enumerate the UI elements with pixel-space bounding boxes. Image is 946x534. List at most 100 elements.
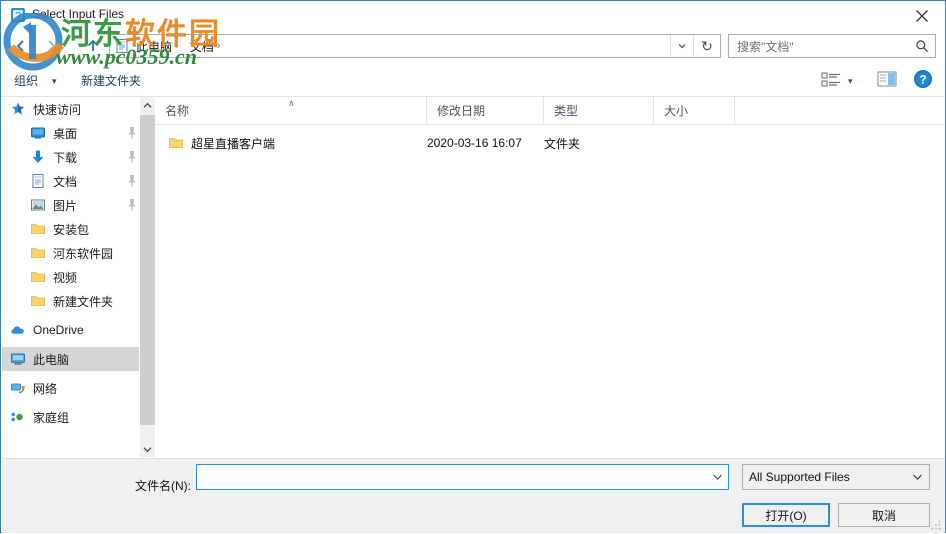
sidebar-item-desktop[interactable]: 桌面 — [2, 121, 154, 145]
toolbar: 组织 ▾ 新建文件夹 ▾ ? — [1, 63, 945, 97]
sidebar-item-homegroup[interactable]: 家庭组 — [2, 405, 154, 429]
window-title: Select Input Files — [32, 7, 125, 21]
sidebar-item-label: OneDrive — [33, 323, 84, 337]
downloads-icon — [30, 149, 46, 165]
breadcrumb-item-this-pc[interactable]: 此电脑 — [130, 38, 174, 55]
file-type-value: All Supported Files — [749, 470, 850, 484]
pin-icon[interactable] — [126, 126, 138, 140]
sidebar-item-label: 快速访问 — [33, 102, 82, 117]
address-bar[interactable]: 此电脑 › 文档 › ↻ — [109, 34, 721, 58]
refresh-icon[interactable]: ↻ — [693, 35, 720, 57]
chevron-down-icon[interactable] — [905, 473, 929, 481]
sidebar-item-label: 下载 — [53, 150, 78, 165]
resize-grip-icon[interactable] — [930, 519, 942, 531]
chevron-down-icon[interactable] — [706, 473, 728, 481]
scroll-down-icon[interactable] — [140, 441, 155, 457]
pin-icon[interactable] — [126, 174, 138, 188]
sidebar-scrollbar[interactable] — [139, 97, 155, 457]
sidebar-item-hedong-software[interactable]: 河东软件园 — [2, 241, 154, 265]
breadcrumb-item-documents[interactable]: 文档 — [184, 38, 216, 55]
navigation-pane[interactable]: 快速访问 桌面 下载 文档 图片 安装包 河东软件园 视频 新建文件夹 OneD… — [2, 97, 154, 457]
file-name-label: 文件名(N): — [135, 479, 191, 493]
sidebar-item-downloads[interactable]: 下载 — [2, 145, 154, 169]
pin-icon[interactable] — [126, 198, 138, 212]
close-button[interactable] — [899, 1, 945, 30]
sidebar-item-label: 家庭组 — [33, 410, 70, 425]
onedrive-icon — [10, 322, 26, 338]
dialog-footer: 文件名(N): All Supported Files 打开(O) 取消 — [2, 458, 945, 533]
column-header-label: 名称 — [165, 104, 190, 118]
sidebar-item-quick-access[interactable]: 快速访问 — [2, 97, 154, 121]
file-type-dropdown[interactable]: All Supported Files — [742, 464, 930, 490]
preview-pane-icon[interactable] — [876, 70, 898, 88]
help-icon[interactable]: ? — [913, 69, 933, 89]
new-folder-button[interactable]: 新建文件夹 — [81, 72, 141, 89]
pin-icon[interactable] — [126, 150, 138, 164]
sidebar-item-videos[interactable]: 视频 — [2, 265, 154, 289]
sidebar-item-network[interactable]: 网络 — [2, 376, 154, 400]
folder-icon — [30, 293, 46, 309]
navigation-bar: 此电脑 › 文档 › ↻ 搜索"文档" — [1, 30, 945, 63]
column-header-date-modified[interactable]: 修改日期 — [427, 97, 544, 124]
column-header-name[interactable]: 名称 ∧ — [155, 97, 427, 124]
organize-chevron-down-icon[interactable]: ▾ — [52, 76, 57, 87]
breadcrumb-separator[interactable]: › — [216, 40, 226, 52]
sidebar-item-label: 桌面 — [53, 126, 78, 141]
sidebar-item-install-packages[interactable]: 安装包 — [2, 217, 154, 241]
up-button[interactable] — [81, 34, 105, 58]
sidebar-item-label: 视频 — [53, 270, 78, 285]
column-header-label: 修改日期 — [437, 104, 486, 118]
back-button[interactable] — [9, 34, 33, 58]
documents-icon — [30, 173, 46, 189]
desktop-icon — [30, 125, 46, 141]
address-history-chevron-down-icon[interactable] — [670, 35, 693, 57]
title-bar: ? Select Input Files — [1, 1, 945, 31]
file-name: 超星直播客户端 — [191, 136, 276, 151]
svg-text:?: ? — [15, 11, 21, 22]
column-header-size[interactable]: 大小 — [654, 97, 735, 124]
column-header-row: 名称 ∧ 修改日期 类型 大小 — [155, 97, 945, 125]
sidebar-item-pictures[interactable]: 图片 — [2, 193, 154, 217]
cancel-button[interactable]: 取消 — [838, 503, 930, 527]
search-placeholder: 搜索"文档" — [737, 39, 794, 54]
homegroup-icon — [10, 409, 26, 425]
search-icon[interactable] — [909, 39, 935, 53]
file-list-pane[interactable]: 名称 ∧ 修改日期 类型 大小 超星直播客户端 2020-03-16 16:07… — [155, 97, 945, 457]
search-input[interactable]: 搜索"文档" — [728, 34, 936, 58]
breadcrumb-separator[interactable]: › — [174, 40, 184, 52]
column-header-label: 大小 — [664, 104, 689, 118]
sort-ascending-icon: ∧ — [288, 98, 295, 108]
organize-button[interactable]: 组织 — [14, 72, 38, 89]
file-type: 文件夹 — [544, 136, 581, 151]
sidebar-scrollbar-thumb[interactable] — [140, 115, 155, 425]
sidebar-item-onedrive[interactable]: OneDrive — [2, 318, 154, 342]
this-pc-icon — [10, 351, 26, 367]
sidebar-item-label: 河东软件园 — [53, 246, 114, 261]
table-row[interactable]: 超星直播客户端 2020-03-16 16:07 文件夹 — [155, 132, 945, 154]
view-chevron-down-icon[interactable]: ▾ — [848, 76, 853, 87]
sidebar-item-label: 网络 — [33, 381, 58, 396]
column-header-type[interactable]: 类型 — [544, 97, 654, 124]
sidebar-item-label: 图片 — [53, 198, 78, 213]
folder-icon — [168, 135, 184, 151]
file-name-input[interactable] — [196, 464, 729, 490]
view-options-icon[interactable] — [821, 71, 843, 89]
scroll-up-icon[interactable] — [140, 97, 155, 113]
sidebar-item-this-pc[interactable]: 此电脑 — [2, 347, 154, 371]
folder-icon — [30, 221, 46, 237]
documents-icon — [114, 38, 130, 54]
column-header-label: 类型 — [554, 104, 579, 118]
sidebar-item-documents[interactable]: 文档 — [2, 169, 154, 193]
file-open-dialog: ? Select Input Files 此电脑 › 文档 › ↻ 搜索"文档"… — [0, 0, 946, 533]
sidebar-item-label: 文档 — [53, 174, 78, 189]
sidebar-item-label: 安装包 — [53, 222, 90, 237]
folder-icon — [30, 269, 46, 285]
folder-icon — [30, 245, 46, 261]
forward-button[interactable] — [39, 34, 63, 58]
svg-text:?: ? — [919, 75, 926, 87]
open-button[interactable]: 打开(O) — [742, 503, 830, 527]
pictures-icon — [30, 197, 46, 213]
sidebar-item-new-folder[interactable]: 新建文件夹 — [2, 289, 154, 313]
app-icon: ? — [10, 7, 26, 23]
star-icon — [10, 101, 26, 117]
